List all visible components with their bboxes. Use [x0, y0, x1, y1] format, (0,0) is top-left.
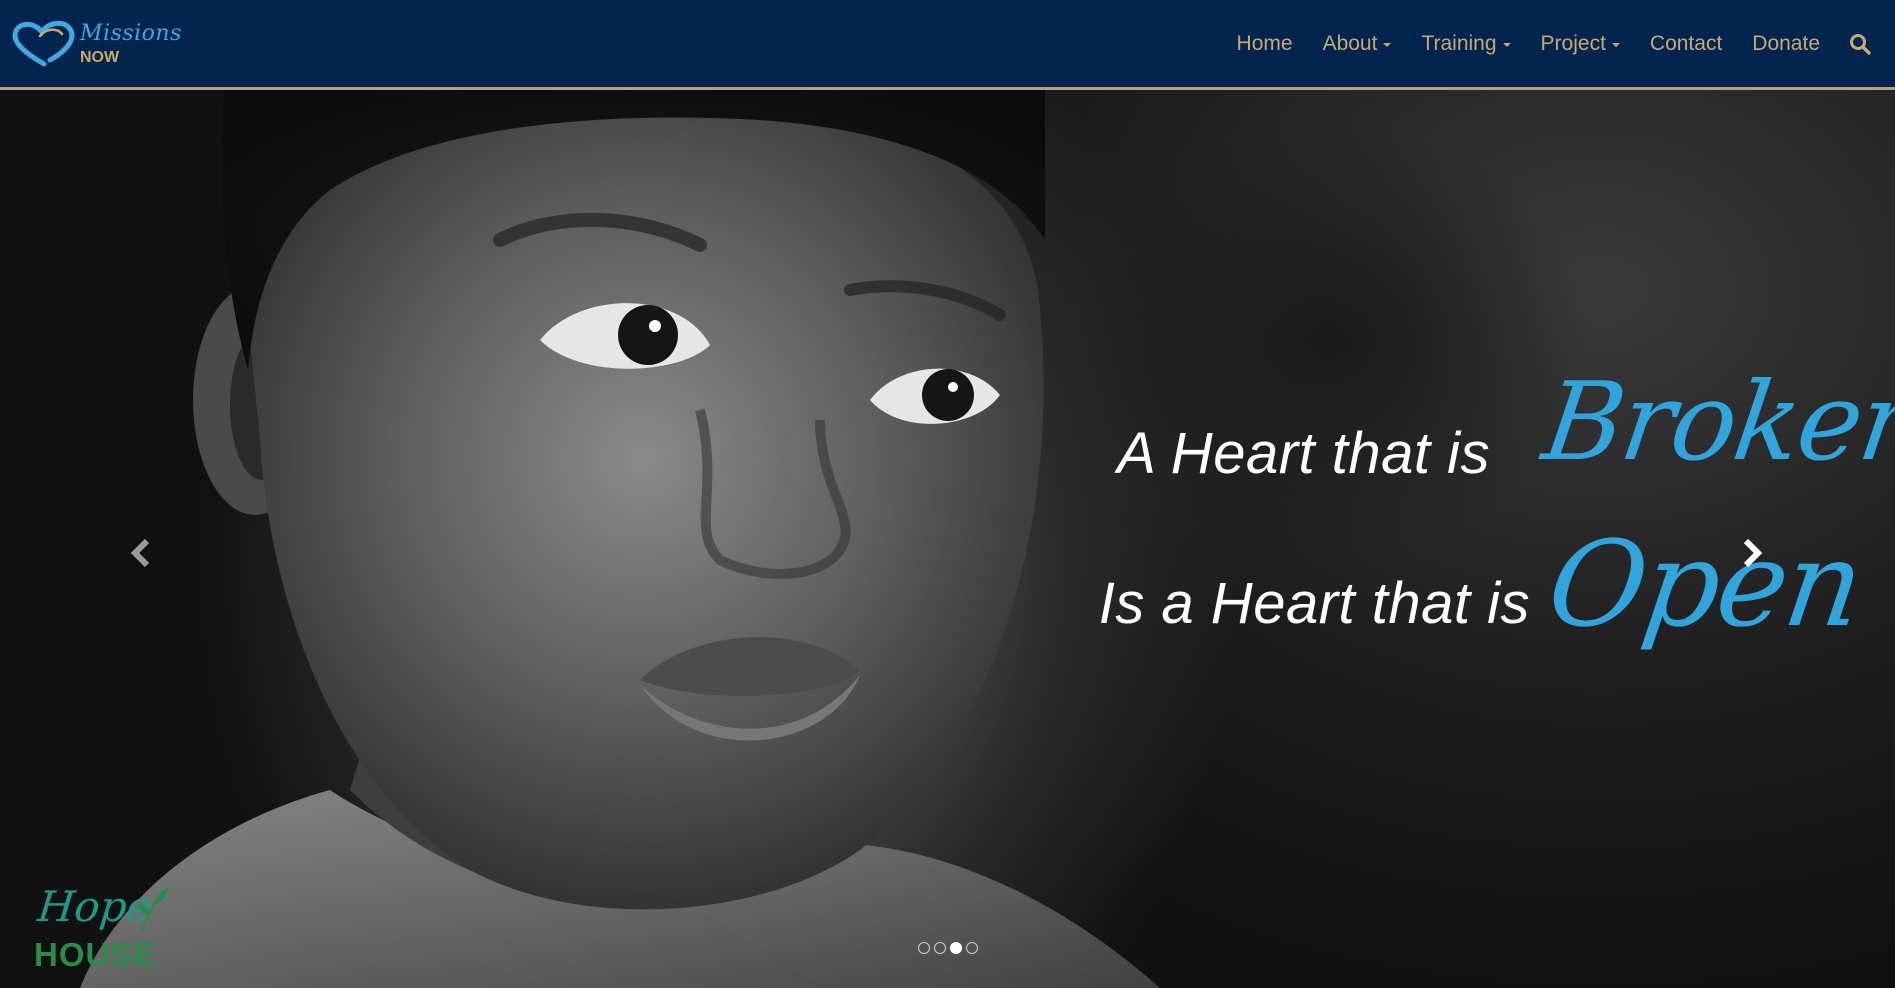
- carousel-indicator[interactable]: [934, 942, 946, 954]
- nav-contact-label: Contact: [1649, 31, 1723, 55]
- nav-training[interactable]: Training: [1406, 32, 1525, 56]
- brand-logo[interactable]: Missions NOW: [10, 18, 181, 70]
- carousel-indicators: [918, 942, 978, 954]
- nav-training-label: Training: [1421, 31, 1497, 55]
- caret-down-icon: [1502, 43, 1511, 47]
- main-nav: Home About Training Project Contact Dona…: [1222, 0, 1895, 87]
- nav-project-label: Project: [1540, 31, 1606, 55]
- headline-line-2: Is a Heart that is: [1098, 571, 1530, 636]
- top-navbar: Missions NOW Home About Training Project…: [0, 0, 1895, 90]
- headline-word-open: Open: [1540, 515, 1870, 653]
- search-icon: [1850, 33, 1871, 55]
- carousel-prev-button[interactable]: [120, 528, 160, 578]
- headline-line-1: A Heart that is: [1117, 421, 1490, 486]
- nav-contact[interactable]: Contact: [1635, 32, 1737, 56]
- hero-carousel: A Heart that is Broken Is a Heart that i…: [0, 90, 1895, 988]
- caret-down-icon: [1383, 43, 1392, 47]
- carousel-next-button[interactable]: [1733, 528, 1773, 578]
- nav-project[interactable]: Project: [1526, 32, 1635, 56]
- hope-house-logo: Hope HOUSE: [34, 882, 184, 978]
- nav-home[interactable]: Home: [1222, 32, 1308, 56]
- brand-now-text: NOW: [80, 49, 120, 66]
- heart-icon: [12, 20, 75, 67]
- hope-house-word: HOUSE: [34, 936, 157, 973]
- leaf-icon: [138, 887, 169, 933]
- carousel-indicator-active[interactable]: [950, 942, 962, 954]
- nav-donate[interactable]: Donate: [1737, 32, 1835, 56]
- chevron-right-icon: [1743, 538, 1763, 568]
- carousel-indicator[interactable]: [918, 942, 930, 954]
- carousel-indicator[interactable]: [966, 942, 978, 954]
- nav-about-label: About: [1322, 31, 1378, 55]
- nav-about[interactable]: About: [1308, 32, 1407, 56]
- caret-down-icon: [1611, 43, 1620, 47]
- headline-word-broken: Broken: [1536, 360, 1895, 485]
- chevron-left-icon: [130, 538, 150, 568]
- nav-donate-label: Donate: [1752, 31, 1820, 55]
- search-button[interactable]: [1835, 33, 1895, 55]
- nav-home-label: Home: [1236, 31, 1293, 55]
- brand-script-text: Missions: [80, 21, 182, 46]
